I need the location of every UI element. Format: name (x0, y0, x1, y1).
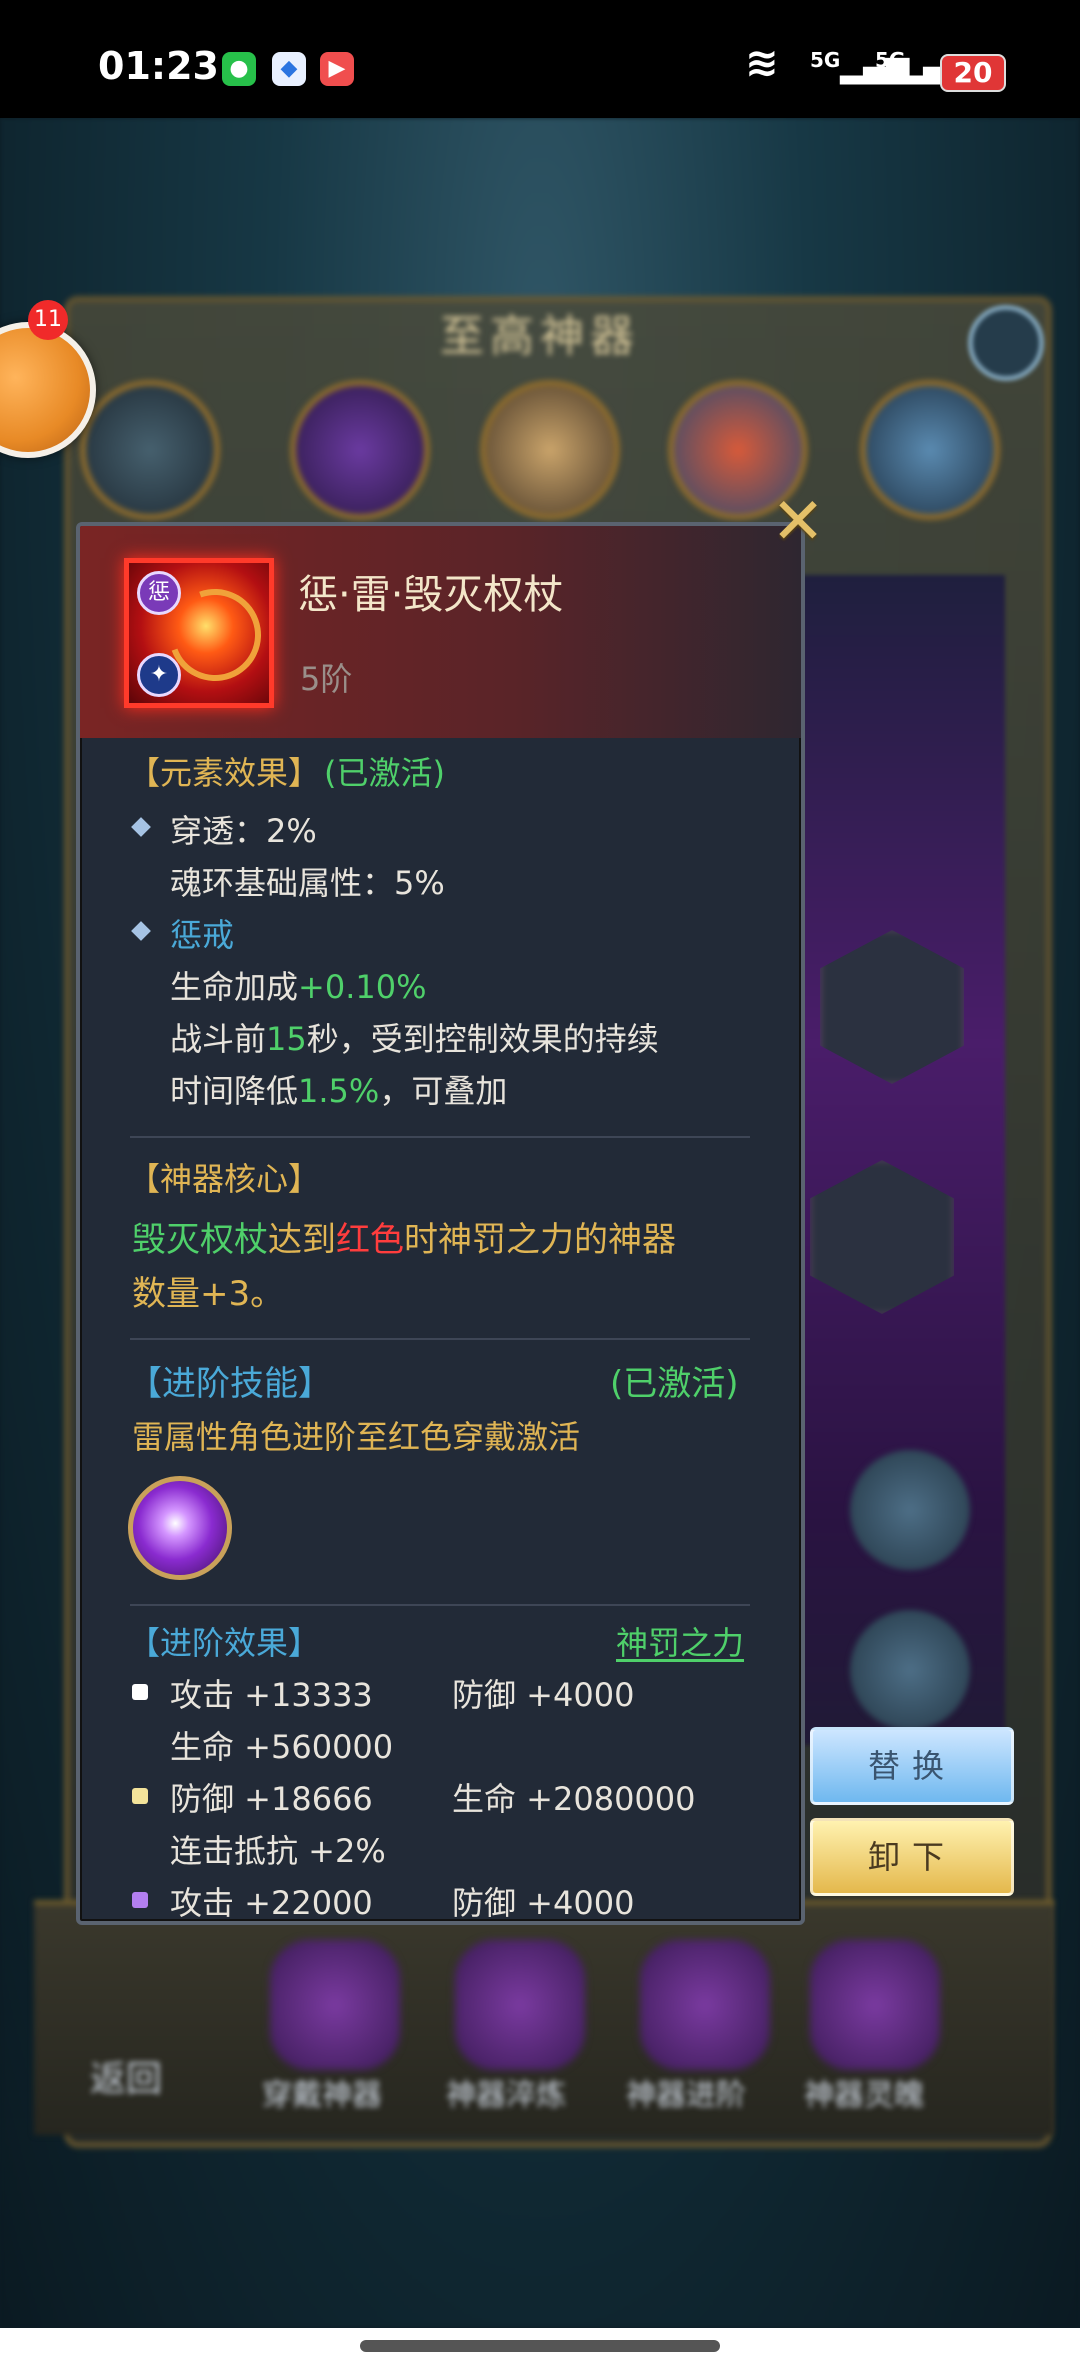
effect-text: 秒，受到控制效果的持续 (306, 1020, 659, 1058)
close-icon[interactable]: ✕ (768, 490, 828, 554)
artifact-slot[interactable] (480, 380, 620, 520)
attribute-orb[interactable] (850, 1610, 970, 1730)
effect-line-1: 生命加成+0.10% (170, 962, 426, 1008)
core-text: 时神罚之力的神器 (404, 1220, 676, 1260)
core-text: 红色 (336, 1220, 404, 1260)
stat-soul-ring: 魂环基础属性：5% (170, 864, 445, 902)
advance-stat: 生命 +560000 (170, 1728, 394, 1766)
effect-line-2: 战斗前15秒，受到控制效果的持续 (170, 1014, 659, 1060)
home-gesture-bar[interactable] (360, 2340, 720, 2352)
section-divider (130, 1604, 750, 1606)
artifact-slot[interactable] (290, 380, 430, 520)
advance-stat: 防御 +18666 (170, 1780, 373, 1818)
clock: 01:23 (98, 44, 219, 88)
wechat-icon: ● (222, 52, 256, 86)
bottom-menu-item[interactable] (640, 1940, 770, 2070)
artifact-slot[interactable] (80, 380, 220, 520)
advance-stat: 生命 +2080000 (452, 1780, 696, 1818)
effect-line-3: 时间降低1.5%，可叠加 (170, 1066, 507, 1112)
quality-bullet-icon (132, 1788, 148, 1804)
quality-bullet-icon (132, 1892, 148, 1908)
skill-status: (已激活) (610, 1364, 739, 1404)
effect-text: 时间降低 (170, 1072, 299, 1110)
effect-value: +0.10% (298, 968, 427, 1006)
punish-rune-icon: 惩 (137, 571, 181, 615)
stat-penetration: 穿透：2% (170, 812, 317, 850)
section-divider (130, 1338, 750, 1340)
wifi-icon: ≋ (745, 40, 779, 86)
element-status: (已激活) (324, 754, 445, 792)
advance-stat: 防御 +4000 (452, 1676, 635, 1714)
bottom-menu-label: 穿戴神器 (262, 2078, 382, 2113)
section-divider (130, 1136, 750, 1138)
core-text: 毁灭权杖 (132, 1220, 268, 1260)
diamond-bullet-icon (131, 921, 151, 941)
bottom-menu-label: 神器灵魄 (804, 2078, 924, 2113)
back-label[interactable]: 返回 (90, 2050, 162, 2102)
artifact-tree-panel (790, 575, 1005, 1745)
window-title: 至高神器 (440, 311, 640, 362)
core-text: 达到 (268, 1220, 336, 1260)
effect-value: 1.5% (298, 1072, 380, 1110)
advance-stat: 防御 +4000 (452, 1884, 635, 1922)
attribute-orb[interactable] (850, 1450, 970, 1570)
app-icon: ◆ (272, 52, 306, 86)
effect-name: 惩戒 (170, 916, 235, 954)
effect-text: ，可叠加 (379, 1072, 508, 1110)
core-line-1: 毁灭权杖达到红色时神罚之力的神器 (132, 1212, 676, 1261)
item-icon: 惩 ✦ (124, 558, 277, 708)
advance-section-title: 【进阶效果】 (128, 1624, 321, 1662)
unequip-button[interactable]: 卸下 (810, 1818, 1014, 1896)
window-close-icon[interactable] (968, 305, 1044, 381)
bottom-menu-label: 神器淬炼 (446, 2078, 566, 2113)
bottom-menu-item[interactable] (810, 1940, 940, 2070)
divine-punishment-link[interactable]: 神罚之力 (616, 1618, 744, 1664)
replace-button[interactable]: 替换 (810, 1727, 1014, 1805)
core-line-2: 数量+3。 (132, 1274, 285, 1314)
skill-description: 雷属性角色进阶至红色穿戴激活 (132, 1418, 581, 1456)
effect-text: 生命加成 (170, 968, 299, 1006)
effect-text: 战斗前 (170, 1020, 267, 1058)
signal-5g-label: 5G (810, 48, 841, 72)
tooltip-header: 惩 ✦ 惩·雷·毁灭权杖 5阶 (80, 526, 801, 738)
effect-value: 15 (266, 1020, 307, 1058)
bottom-menu-item[interactable] (270, 1940, 400, 2070)
artifact-slot[interactable] (860, 380, 1000, 520)
skill-section-title: 【进阶技能】 (128, 1364, 332, 1404)
artifact-slot-row (60, 380, 1040, 520)
item-rank: 5阶 (300, 660, 353, 698)
core-section-title: 【神器核心】 (128, 1160, 321, 1198)
item-tooltip: 惩 ✦ 惩·雷·毁灭权杖 5阶 【元素效果】 (已激活) 穿透：2% 魂环基础属… (76, 522, 805, 1925)
bottom-menu-item[interactable] (455, 1940, 585, 2070)
skill-staff-icon[interactable] (128, 1476, 232, 1580)
notification-badge: 11 (28, 300, 68, 340)
diamond-bullet-icon (131, 817, 151, 837)
advance-stat: 攻击 +13333 (170, 1676, 373, 1714)
video-icon: ▶ (320, 52, 354, 86)
quality-bullet-icon (132, 1684, 148, 1700)
bottom-menu-label: 神器进阶 (626, 2078, 746, 2113)
advance-stat: 攻击 +22000 (170, 1884, 373, 1922)
battery-indicator: 20 (940, 54, 1006, 92)
advance-stat: 连击抵抗 +2% (170, 1832, 386, 1870)
element-section-title: 【元素效果】 (128, 754, 321, 792)
item-name: 惩·雷·毁灭权杖 (298, 572, 564, 618)
status-bar: 01:23 ● ◆ ▶ ≋ 5G ▂▄▆ 5G ▂▄▆ 20 (0, 0, 1080, 118)
thunder-rune-icon: ✦ (137, 653, 181, 697)
